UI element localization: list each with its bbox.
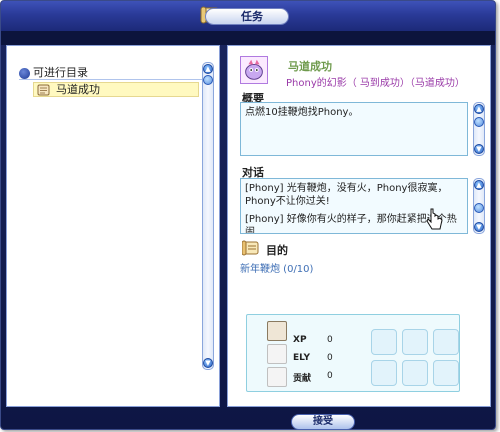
tree-item-quest[interactable]: 马道成功	[33, 82, 199, 97]
quest-list-panel: 可进行目录 马道成功 ▲ ▼	[6, 45, 220, 407]
summary-text: 点燃10挂鞭炮找Phony。	[245, 107, 359, 118]
summary-scrollbar[interactable]: ▲ ▼	[473, 102, 485, 156]
quest-list-scrollbar[interactable]: ▲ ▼	[202, 62, 214, 370]
scroll-up-button[interactable]: ▲	[474, 104, 484, 114]
summary-textbox: 点燃10挂鞭炮找Phony。	[240, 102, 468, 156]
quest-title: 马道成功	[288, 60, 332, 73]
reward-item-slot[interactable]	[371, 360, 397, 386]
reward-tab-icon[interactable]	[267, 344, 287, 364]
reward-box: XP 0 ELY 0 贡献 0	[246, 314, 460, 392]
scroll-thumb[interactable]	[203, 75, 213, 85]
scroll-up-button[interactable]: ▲	[203, 64, 213, 74]
scroll-down-button[interactable]: ▼	[203, 358, 213, 368]
tree-root-available[interactable]: 可进行目录	[19, 66, 205, 80]
ely-value: 0	[327, 353, 333, 363]
contribution-label: 贡献	[293, 374, 312, 384]
tree-root-label: 可进行目录	[33, 66, 88, 79]
xp-value: 0	[327, 335, 333, 345]
scroll-thumb[interactable]	[474, 203, 484, 213]
quest-window: 任务 可进行目录 马道成功 ▲ ▼ 马道成功 Phony的幻影（ 马到成功）（马…	[0, 0, 496, 430]
scroll-down-button[interactable]: ▼	[474, 222, 484, 232]
mouse-cursor-icon	[426, 208, 443, 230]
ely-label: ELY	[293, 353, 310, 363]
xp-label: XP	[293, 335, 307, 345]
dialog-scrollbar[interactable]: ▲ ▼	[473, 178, 485, 234]
goal-label: 目的	[266, 244, 288, 257]
scroll-thumb[interactable]	[474, 117, 484, 127]
phony-portrait-icon	[240, 56, 268, 84]
title-bar[interactable]: 任务	[1, 1, 495, 31]
accept-button[interactable]: 接受	[291, 414, 355, 430]
scroll-icon	[37, 84, 50, 96]
reward-item-slot[interactable]	[433, 360, 459, 386]
scroll-up-button[interactable]: ▲	[474, 180, 484, 190]
quest-subtitle: Phony的幻影（ 马到成功）（马道成功）	[286, 78, 465, 89]
reward-item-slot[interactable]	[371, 329, 397, 355]
goal-scroll-icon	[242, 240, 259, 256]
reward-item-slot[interactable]	[433, 329, 459, 355]
quest-detail-panel: 马道成功 Phony的幻影（ 马到成功）（马道成功） 概要 点燃10挂鞭炮找Ph…	[227, 45, 491, 407]
tree-item-label: 马道成功	[56, 83, 100, 96]
scroll-down-button[interactable]: ▼	[474, 144, 484, 154]
reward-tab-icon[interactable]	[267, 367, 287, 387]
contribution-value: 0	[327, 371, 333, 381]
goal-item: 新年鞭炮 (0/10)	[240, 264, 314, 275]
window-title: 任务	[205, 8, 289, 25]
reward-tab-icon[interactable]	[267, 321, 287, 341]
reward-item-slot[interactable]	[402, 360, 428, 386]
header-band	[1, 31, 495, 45]
collapse-icon[interactable]	[19, 68, 30, 79]
reward-item-slot[interactable]	[402, 329, 428, 355]
dialog-line: [Phony] 光有鞭炮，没有火，Phony很寂寞，Phony不让你过关!	[245, 183, 448, 207]
